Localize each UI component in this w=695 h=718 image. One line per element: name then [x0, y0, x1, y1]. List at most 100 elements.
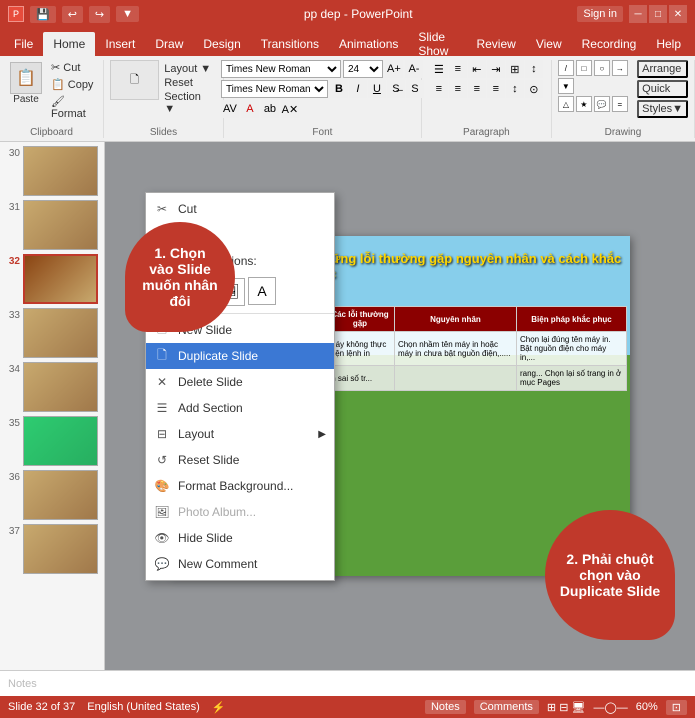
cut-button[interactable]: ✂ Cut: [48, 60, 97, 75]
tab-insert[interactable]: Insert: [95, 32, 145, 56]
layout-button[interactable]: Layout ▼: [161, 62, 217, 76]
tab-help[interactable]: Help: [646, 32, 691, 56]
maximize-button[interactable]: □: [649, 5, 667, 23]
font-size-select[interactable]: 24: [343, 60, 383, 78]
ribbon-tabs: File Home Insert Draw Design Transitions…: [0, 28, 695, 56]
ctx-add-section[interactable]: ☰ Add Section: [146, 395, 334, 421]
title-bar-left: P 💾 ↩ ↪ ▼: [8, 6, 139, 23]
slide-thumb-31[interactable]: 31: [4, 200, 100, 250]
ribbon-content: 📋 Paste ✂ Cut 📋 Copy 🖌 Format Clipboard …: [0, 56, 695, 142]
decrease-indent-button[interactable]: ⇤: [468, 60, 486, 78]
justify-button[interactable]: ≡: [487, 80, 505, 98]
bold-button[interactable]: B: [330, 80, 348, 98]
tab-transitions[interactable]: Transitions: [251, 32, 329, 56]
ctx-hide-slide[interactable]: 👁 Hide Slide: [146, 525, 334, 551]
ctx-duplicate-slide[interactable]: 🗋 Duplicate Slide: [146, 343, 334, 369]
slide-thumb-34[interactable]: 34: [4, 362, 100, 412]
align-left-button[interactable]: ≡: [430, 80, 448, 98]
font-control-panel: Times New Roman 24 A+ A- Times New Roman…: [221, 60, 424, 118]
paste-text-only-btn[interactable]: A: [248, 277, 276, 305]
slide-thumb-33[interactable]: 33: [4, 308, 100, 358]
text-direction-button[interactable]: ↕: [525, 60, 543, 78]
tab-home[interactable]: Home: [43, 32, 95, 56]
ctx-delete-slide[interactable]: ✕ Delete Slide: [146, 369, 334, 395]
minimize-button[interactable]: ─: [629, 5, 647, 23]
shape-fill-button[interactable]: Styles▼: [637, 100, 688, 118]
ctx-format-background[interactable]: 🎨 Format Background...: [146, 473, 334, 499]
line-spacing-button[interactable]: ↕: [506, 80, 524, 98]
annotation-bubble-2: 2. Phải chuột chọn vào Duplicate Slide: [545, 510, 675, 640]
customize-qat-button[interactable]: ▼: [116, 6, 139, 22]
tab-file[interactable]: File: [4, 32, 43, 56]
comments-button[interactable]: Comments: [474, 700, 539, 714]
decrease-font-button[interactable]: A-: [405, 60, 423, 78]
reset-button[interactable]: Reset: [161, 76, 217, 90]
slide-table: Các lỗi thường gặp Nguyên nhân Biện pháp…: [305, 306, 627, 391]
ctx-cut[interactable]: ✂ Cut: [146, 196, 334, 222]
ctx-new-comment[interactable]: 💬 New Comment: [146, 551, 334, 577]
clear-format-button[interactable]: A✕: [281, 100, 299, 118]
tab-draw[interactable]: Draw: [145, 32, 193, 56]
ctx-reset-slide[interactable]: ↺ Reset Slide: [146, 447, 334, 473]
format-painter-button[interactable]: 🖌 Format: [48, 94, 97, 121]
signin-button[interactable]: Sign in: [577, 6, 623, 22]
arrange-button[interactable]: Arrange: [637, 60, 688, 78]
shape-callout[interactable]: 💬: [594, 96, 610, 112]
tab-review[interactable]: Review: [466, 32, 525, 56]
strikethrough-button[interactable]: S̶: [387, 80, 405, 98]
italic-button[interactable]: I: [349, 80, 367, 98]
increase-indent-button[interactable]: ⇥: [487, 60, 505, 78]
window-controls: ─ □ ✕: [629, 5, 687, 23]
slide-thumb-35[interactable]: 35: [4, 416, 100, 466]
shape-circle[interactable]: ○: [594, 60, 610, 76]
increase-font-button[interactable]: A+: [385, 60, 403, 78]
notes-bar: Notes: [0, 670, 695, 696]
shape-eq[interactable]: =: [612, 96, 628, 112]
section-button[interactable]: Section ▼: [161, 90, 217, 116]
ctx-layout[interactable]: ⊟ Layout ▶: [146, 421, 334, 447]
paste-button[interactable]: 📋 Paste: [6, 60, 46, 107]
slide-thumb-37[interactable]: 37: [4, 524, 100, 574]
font-color-button[interactable]: A: [241, 100, 259, 118]
tab-design[interactable]: Design: [193, 32, 250, 56]
convert-smartart-button[interactable]: ⊙: [525, 80, 543, 98]
quick-styles-button[interactable]: Quick: [637, 80, 688, 98]
shape-rect[interactable]: □: [576, 60, 592, 76]
char-spacing-button[interactable]: AV: [221, 100, 239, 118]
close-button[interactable]: ✕: [669, 5, 687, 23]
font-family-select-2[interactable]: Times New Roman: [221, 80, 328, 98]
shape-arrow[interactable]: →: [612, 60, 628, 76]
tab-recording[interactable]: Recording: [572, 32, 647, 56]
fit-slide-button[interactable]: ⊡: [666, 700, 687, 715]
align-right-button[interactable]: ≡: [468, 80, 486, 98]
slide-thumb-30[interactable]: 30: [4, 146, 100, 196]
shape-more[interactable]: ▼: [558, 78, 574, 94]
undo-button[interactable]: ↩: [62, 6, 83, 23]
slide-thumb-32[interactable]: 32: [4, 254, 100, 304]
slide-thumb-36[interactable]: 36: [4, 470, 100, 520]
bullets-button[interactable]: ☰: [430, 60, 448, 78]
shape-line[interactable]: /: [558, 60, 574, 76]
slides-buttons: 🗋 Layout ▼ Reset Section ▼: [110, 60, 217, 125]
ctx-photo-album: 🖼 Photo Album...: [146, 499, 334, 525]
save-button[interactable]: 💾: [30, 6, 56, 23]
font-family-select[interactable]: Times New Roman: [221, 60, 341, 78]
annotation-bubble-1: 1. Chọn vào Slide muốn nhân đôi: [125, 222, 235, 332]
copy-button[interactable]: 📋 Copy: [48, 77, 97, 92]
shape-star[interactable]: ★: [576, 96, 592, 112]
redo-button[interactable]: ↪: [89, 6, 110, 23]
shape-triangle[interactable]: △: [558, 96, 574, 112]
tab-animations[interactable]: Animations: [329, 32, 408, 56]
align-center-button[interactable]: ≡: [449, 80, 467, 98]
notes-button[interactable]: Notes: [425, 700, 466, 714]
slide-num-33: 33: [4, 310, 20, 321]
ctx-reset-slide-label: Reset Slide: [178, 453, 239, 467]
numbering-button[interactable]: ≡: [449, 60, 467, 78]
underline-button[interactable]: U: [368, 80, 386, 98]
slide-num-31: 31: [4, 202, 20, 213]
tab-view[interactable]: View: [526, 32, 572, 56]
tab-slideshow[interactable]: Slide Show: [408, 32, 466, 56]
drawing-controls: / □ ○ → ▼ △ ★ 💬 = Arrange Quick: [558, 60, 688, 125]
columns-button[interactable]: ⊞: [506, 60, 524, 78]
highlight-button[interactable]: ab: [261, 100, 279, 118]
